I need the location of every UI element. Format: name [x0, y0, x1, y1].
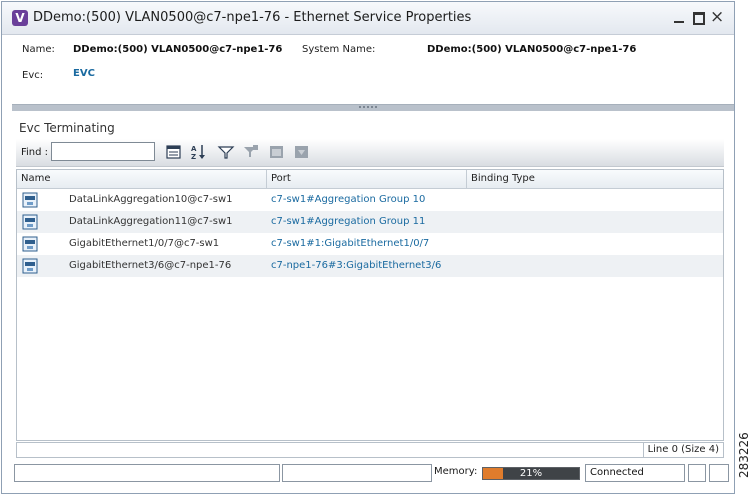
- table-header: Name Port Binding Type: [17, 170, 723, 189]
- status-field-1: [14, 464, 280, 482]
- status-field-3: [688, 464, 706, 482]
- filter-icon[interactable]: [217, 143, 235, 161]
- column-header-port[interactable]: Port: [267, 170, 467, 188]
- column-header-binding-type[interactable]: Binding Type: [467, 170, 723, 188]
- clear-filter-icon[interactable]: [242, 143, 260, 161]
- svg-text:A: A: [191, 145, 197, 153]
- window-title: DDemo:(500) VLAN0500@c7-npe1-76 - Ethern…: [33, 10, 472, 25]
- status-field-4: [709, 464, 729, 482]
- row-name: GigabitEthernet3/6@c7-npe1-76: [69, 260, 232, 271]
- memory-bar: 21%: [482, 467, 580, 480]
- svg-text:Z: Z: [191, 153, 196, 161]
- system-name-value: DDemo:(500) VLAN0500@c7-npe1-76: [427, 44, 637, 55]
- column-header-name[interactable]: Name: [17, 170, 267, 188]
- minimize-button[interactable]: [672, 10, 686, 24]
- port-interface-icon: [22, 258, 38, 274]
- title-bar[interactable]: V DDemo:(500) VLAN0500@c7-npe1-76 - Ethe…: [2, 2, 734, 35]
- table-properties-icon[interactable]: [165, 143, 183, 161]
- print-icon[interactable]: [293, 143, 311, 161]
- row-port-link[interactable]: c7-sw1#Aggregation Group 11: [271, 211, 425, 233]
- properties-window: V DDemo:(500) VLAN0500@c7-npe1-76 - Ethe…: [1, 1, 735, 494]
- maximize-button[interactable]: [691, 10, 705, 25]
- port-interface-icon: [22, 192, 38, 208]
- figure-id: 283226: [737, 432, 751, 478]
- properties-panel: Name: DDemo:(500) VLAN0500@c7-npe1-76 Sy…: [2, 35, 734, 105]
- find-label: Find :: [21, 147, 49, 158]
- row-name: GigabitEthernet1/0/7@c7-sw1: [69, 238, 220, 249]
- sort-az-icon[interactable]: A Z: [189, 143, 207, 161]
- memory-percent: 21%: [519, 468, 543, 479]
- system-name-label: System Name:: [302, 44, 376, 55]
- row-port-link[interactable]: c7-sw1#1:GigabitEthernet1/0/7: [271, 233, 429, 255]
- table-row[interactable]: GigabitEthernet3/6@c7-npe1-76 c7-npe1-76…: [17, 255, 723, 277]
- app-logo-icon: V: [12, 10, 28, 26]
- table-status-row: Line 0 (Size 4): [16, 442, 724, 458]
- table-row[interactable]: DataLinkAggregation10@c7-sw1 c7-sw1#Aggr…: [17, 189, 723, 211]
- row-port-link[interactable]: c7-sw1#Aggregation Group 10: [271, 189, 425, 211]
- table-row[interactable]: DataLinkAggregation11@c7-sw1 c7-sw1#Aggr…: [17, 211, 723, 233]
- status-field-2: [282, 464, 432, 482]
- name-label: Name:: [22, 44, 55, 55]
- splitter-grip-icon: [359, 106, 377, 108]
- row-port-link[interactable]: c7-npe1-76#3:GigabitEthernet3/6: [271, 255, 441, 277]
- panel-splitter[interactable]: [12, 104, 734, 111]
- connection-status: Connected: [585, 464, 685, 482]
- table-row[interactable]: GigabitEthernet1/0/7@c7-sw1 c7-sw1#1:Gig…: [17, 233, 723, 255]
- row-name: DataLinkAggregation11@c7-sw1: [69, 216, 233, 227]
- close-button[interactable]: ×: [710, 9, 724, 26]
- evc-link[interactable]: EVC: [73, 68, 95, 79]
- row-name: DataLinkAggregation10@c7-sw1: [69, 194, 233, 205]
- table-toolbar: Find : A Z: [16, 139, 724, 167]
- find-input[interactable]: [51, 142, 155, 161]
- port-interface-icon: [22, 236, 38, 252]
- port-interface-icon: [22, 214, 38, 230]
- row-count: Line 0 (Size 4): [642, 443, 723, 457]
- status-bar: Memory: 21% Connected: [2, 462, 734, 484]
- export-icon[interactable]: [268, 143, 286, 161]
- evc-label: Evc:: [22, 70, 44, 81]
- evc-terminating-table: Name Port Binding Type DataLinkAggregati…: [16, 169, 724, 441]
- name-value: DDemo:(500) VLAN0500@c7-npe1-76: [73, 44, 283, 55]
- section-title: Evc Terminating: [19, 121, 115, 135]
- memory-label: Memory:: [434, 466, 478, 477]
